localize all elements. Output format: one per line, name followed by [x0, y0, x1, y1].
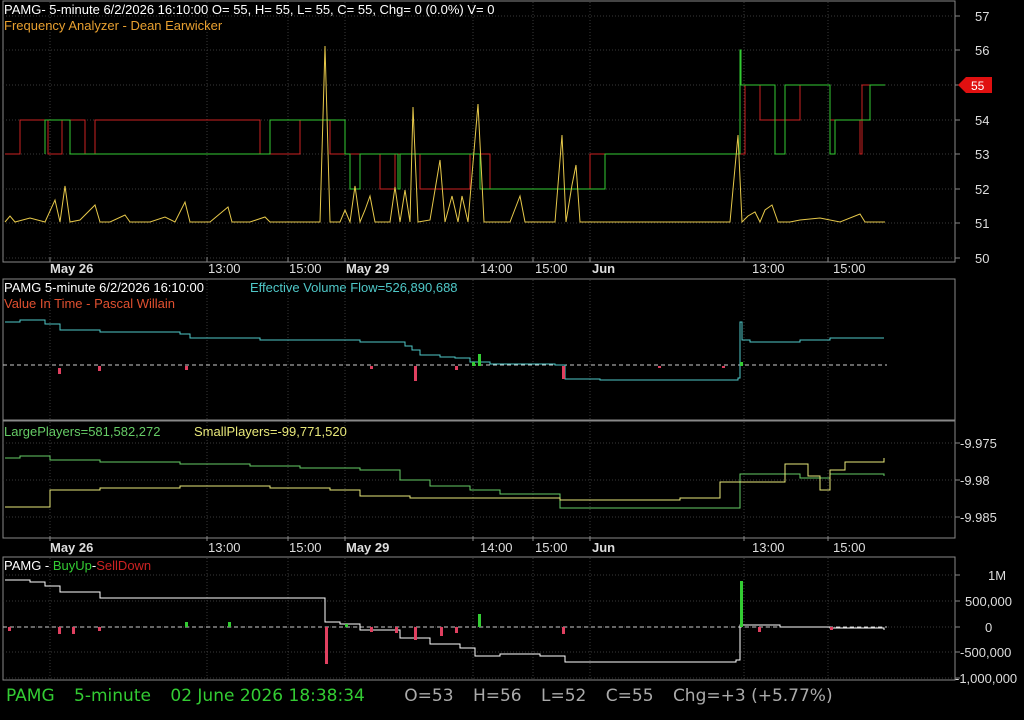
buysell-histogram-bar	[440, 627, 443, 636]
flow-histogram-bar	[58, 368, 61, 374]
status-bar: PAMG 5-minute 02 June 2026 18:38:34 O=53…	[6, 686, 847, 706]
frequency-analyzer-line	[4, 45, 885, 224]
small-players-line	[5, 458, 885, 508]
value-in-time-label: Value In Time - Pascal Willain	[4, 296, 175, 311]
price-tick-label: 56	[975, 43, 989, 58]
time-axis-bottom-label: 13:00	[208, 540, 241, 555]
symbol-prefix: PAMG -	[4, 558, 53, 573]
buyup-label: BuyUp	[52, 558, 92, 573]
flow-histogram-bar	[98, 366, 101, 371]
time-axis-top-label: Jun	[592, 261, 615, 276]
price-tick-label: 52	[975, 182, 989, 197]
time-axis-bottom-label: 14:00	[480, 540, 513, 555]
time-axis-top-label: 14:00	[480, 261, 513, 276]
small-players-label: SmallPlayers=-99,771,520	[194, 424, 347, 439]
status-datetime: 02 June 2026 18:38:34	[170, 686, 365, 706]
flow-histogram-bar	[722, 366, 725, 368]
chart-canvas[interactable]: 575655545352515055May 2613:0015:00May 29…	[0, 0, 1024, 720]
buysell-histogram-bar	[455, 627, 458, 633]
buysell-histogram-bar	[830, 627, 833, 630]
flow-histogram-bar	[414, 366, 417, 381]
buysell-histogram-bar	[228, 622, 231, 627]
flow-histogram-bar	[740, 362, 743, 366]
time-axis-bottom-label: 15:00	[535, 540, 568, 555]
time-axis-bottom-label: 15:00	[289, 540, 322, 555]
effective-volume-flow-line	[5, 319, 884, 381]
buysell-histogram-bar	[758, 627, 761, 632]
buysell-cumulative-line	[5, 579, 885, 663]
buysell-histogram-bar	[478, 614, 481, 627]
status-close: C=55	[605, 686, 654, 706]
status-symbol: PAMG	[6, 686, 55, 706]
price-panel-header: PAMG- 5-minute 6/2/2026 16:10:00 O= 55, …	[4, 2, 495, 17]
status-open: O=53	[404, 686, 454, 706]
players-tick-label: -9.975	[960, 436, 997, 451]
buysell-histogram-bar	[58, 627, 61, 634]
time-axis-top-label: May 26	[50, 261, 93, 276]
buysell-histogram-bar	[345, 624, 348, 627]
buysell-tick-label: -500,000	[960, 645, 1011, 660]
flow-histogram-bar	[472, 362, 475, 366]
buysell-histogram-bar	[370, 627, 373, 632]
flow-histogram-bar	[370, 366, 373, 369]
flow-histogram-bar	[658, 366, 661, 368]
price-red-step-line	[5, 84, 885, 190]
time-axis-top-label: 13:00	[752, 261, 785, 276]
price-tick-label: 54	[975, 113, 989, 128]
time-axis-top-label: May 29	[346, 261, 389, 276]
buysell-tick-label: 1M	[988, 568, 1006, 583]
buysell-tick-label: 0	[985, 620, 992, 635]
buysell-histogram-bar	[414, 627, 417, 640]
buysell-histogram-bar	[98, 627, 101, 631]
effective-volume-flow-label: Effective Volume Flow=526,890,688	[250, 280, 458, 295]
flow-panel-header: PAMG 5-minute 6/2/2026 16:10:00	[4, 280, 204, 295]
time-axis-bottom-label: 13:00	[752, 540, 785, 555]
price-tick-label: 57	[975, 9, 989, 24]
selldown-label: SellDown	[96, 558, 152, 573]
frequency-analyzer-label: Frequency Analyzer - Dean Earwicker	[4, 18, 223, 33]
buysell-histogram-bar	[8, 627, 11, 631]
buysell-tick-label: -1,000,000	[955, 671, 1017, 686]
flow-histogram-bar	[185, 366, 188, 370]
large-players-label: LargePlayers=581,582,272	[4, 424, 161, 439]
buysell-histogram-bar	[325, 627, 328, 664]
buysell-histogram-bar	[185, 622, 188, 627]
status-low: L=52	[541, 686, 587, 706]
time-axis-bottom-label: 15:00	[833, 540, 866, 555]
buysell-histogram-bar	[395, 627, 398, 633]
flow-histogram-bar	[478, 354, 481, 366]
price-badge-text: 55	[971, 79, 985, 93]
buysell-histogram-bar	[72, 627, 75, 634]
players-tick-label: -9.985	[960, 510, 997, 525]
buysell-histogram-bar	[740, 581, 743, 627]
time-axis-bottom-label: May 29	[346, 540, 389, 555]
time-axis-top-label: 15:00	[833, 261, 866, 276]
status-change: Chg=+3 (+5.77%)	[672, 686, 833, 706]
status-interval: 5-minute	[74, 686, 151, 706]
players-tick-label: -9.98	[960, 473, 990, 488]
price-tick-label: 53	[975, 147, 989, 162]
price-tick-label: 50	[975, 251, 989, 266]
price-tick-label: 51	[975, 216, 989, 231]
flow-histogram-bar	[562, 366, 565, 379]
time-axis-top-label: 15:00	[535, 261, 568, 276]
time-axis-bottom-label: Jun	[592, 540, 615, 555]
time-axis-bottom-label: May 26	[50, 540, 93, 555]
time-axis-top-label: 13:00	[208, 261, 241, 276]
buyup-selldown-label: PAMG - BuyUp-SellDown	[4, 558, 151, 573]
flow-histogram-bar	[455, 366, 458, 370]
buysell-tick-label: 500,000	[965, 594, 1012, 609]
status-high: H=56	[472, 686, 522, 706]
time-axis-top-label: 15:00	[289, 261, 322, 276]
buysell-histogram-bar	[562, 627, 565, 634]
